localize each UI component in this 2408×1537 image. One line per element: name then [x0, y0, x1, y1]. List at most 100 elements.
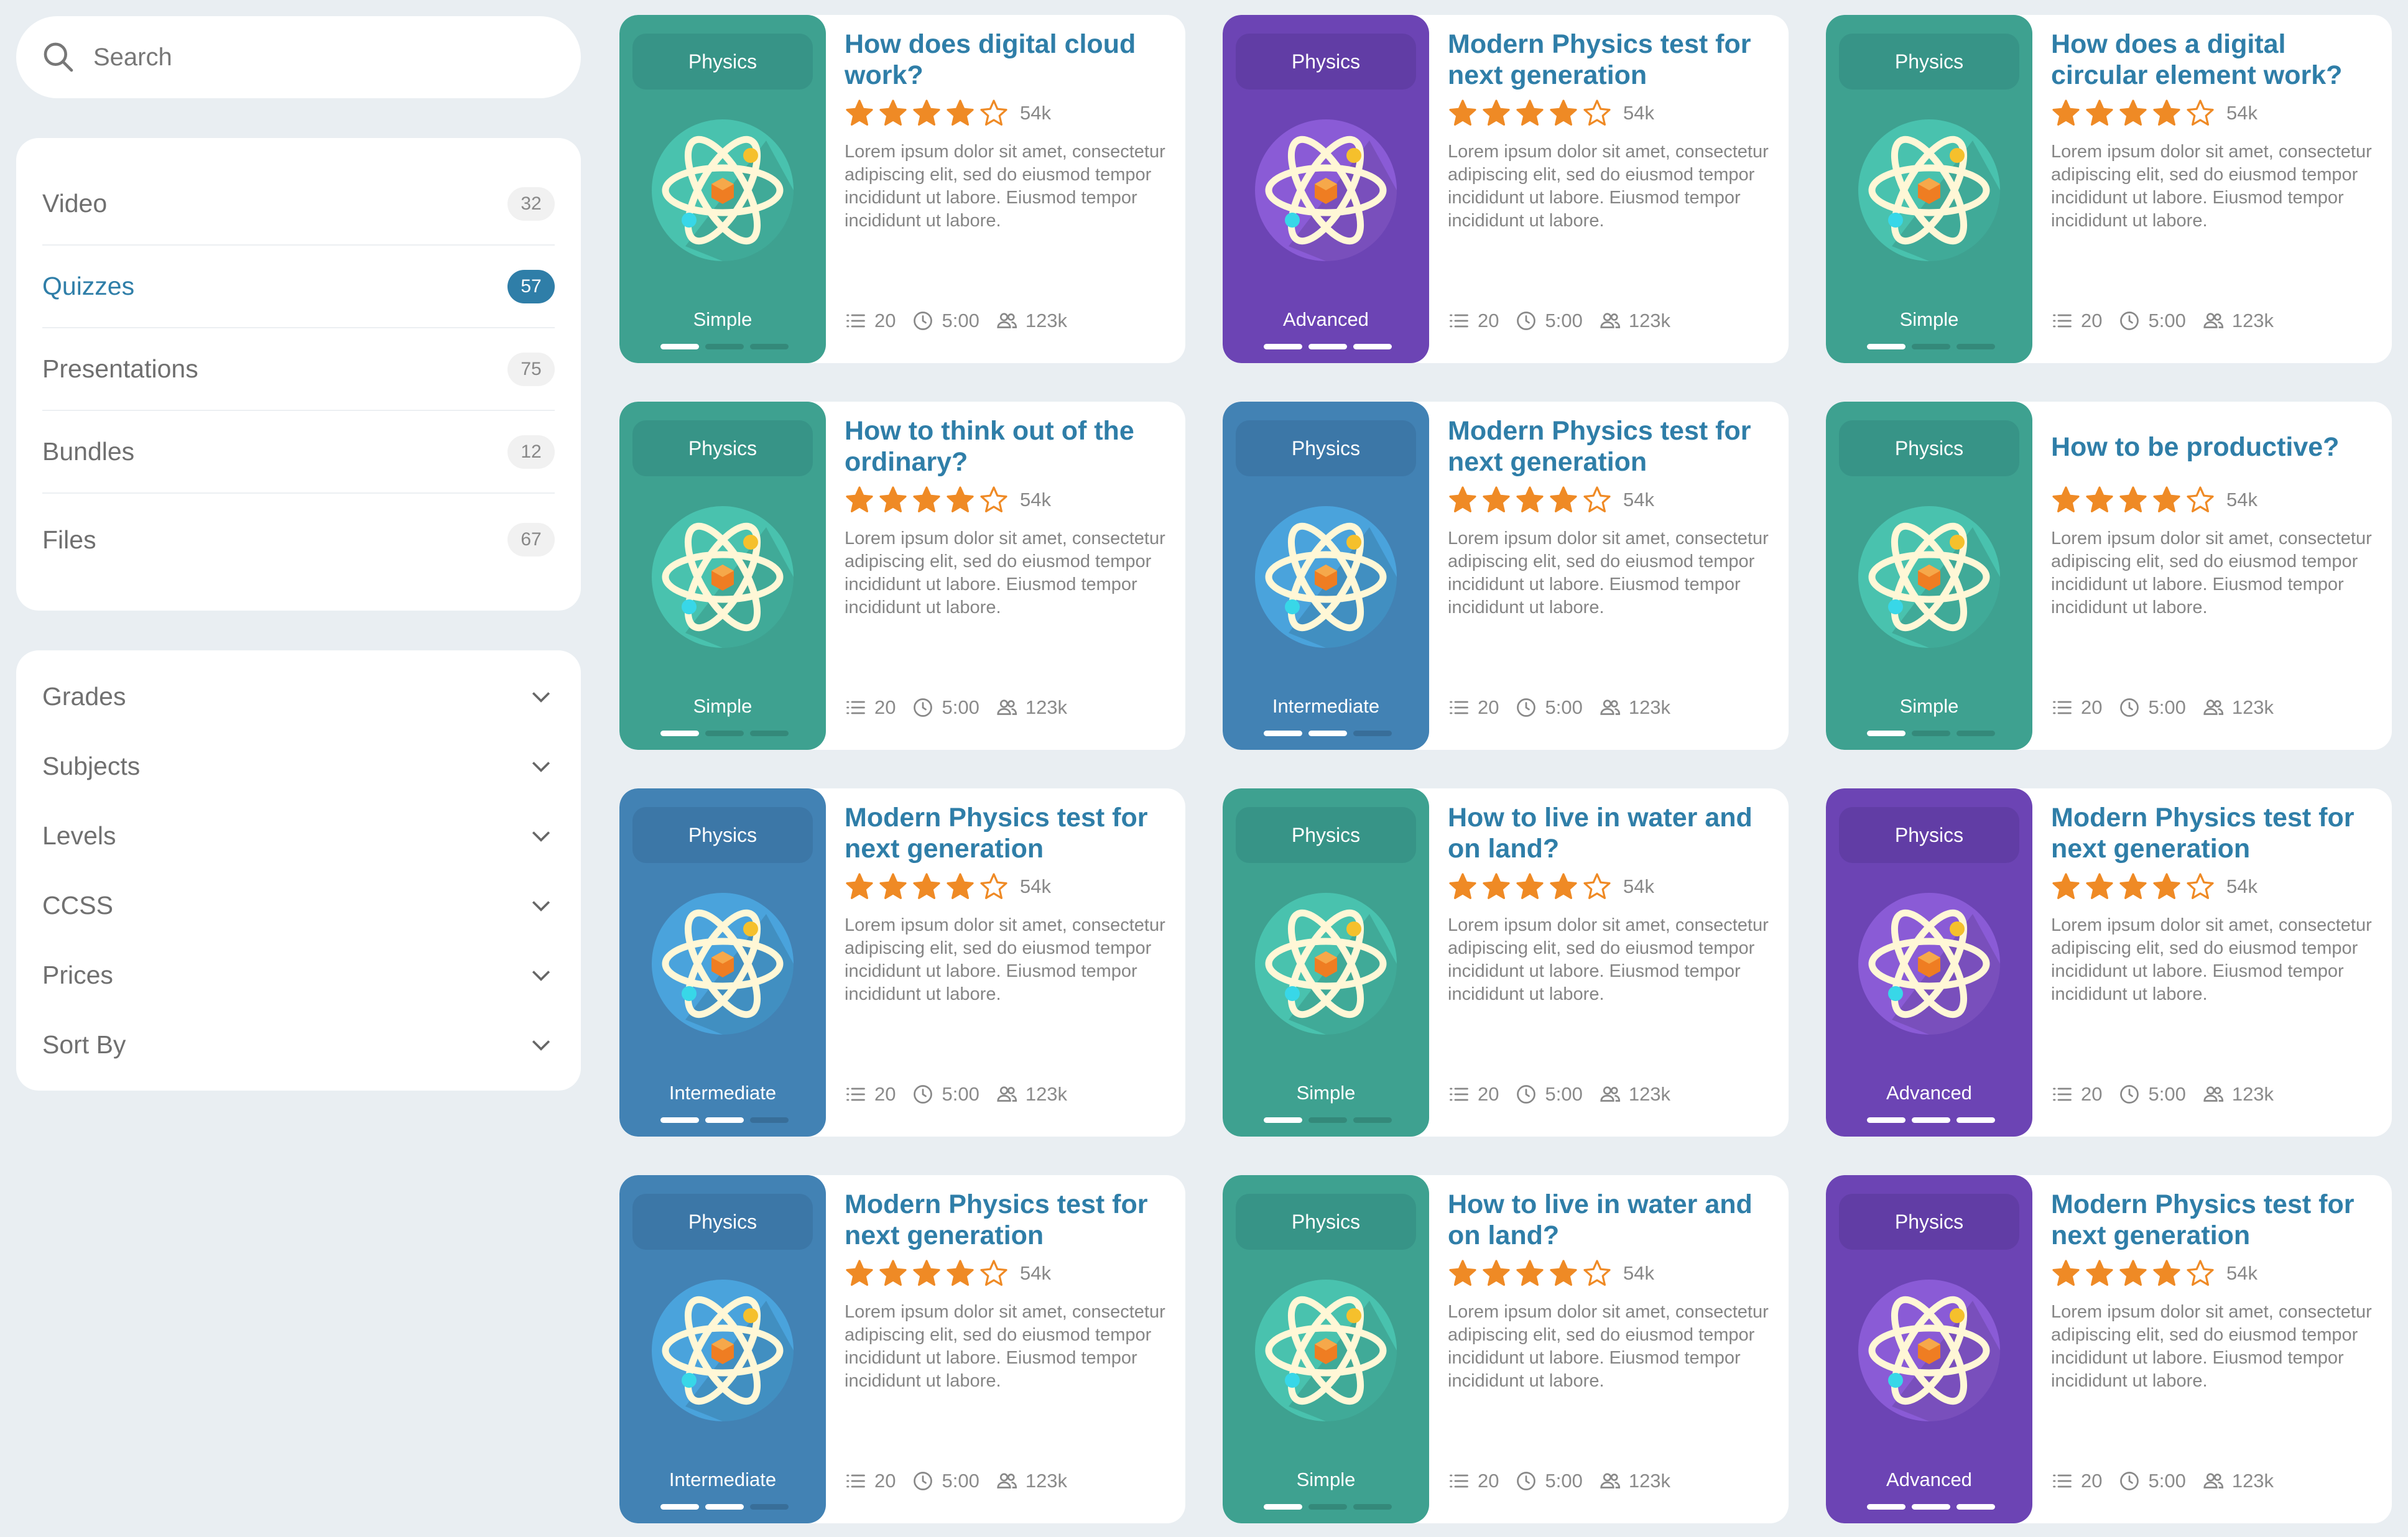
level-indicator [660, 1117, 789, 1123]
card-title[interactable]: How to think out of the ordinary? [845, 415, 1168, 478]
card-title[interactable]: Modern Physics test for next generation [2051, 1189, 2374, 1251]
card-title[interactable]: Modern Physics test for next generation [1448, 415, 1771, 478]
subject-tag: Physics [1839, 807, 2019, 863]
level-label: Simple [1296, 1082, 1356, 1104]
card-description: Lorem ipsum dolor sit amet, consectetur … [845, 142, 1165, 231]
quiz-card[interactable]: Physics Intermediate Modern Physics test… [619, 1175, 1185, 1523]
quiz-card[interactable]: Physics Simple How to be productive? 54k… [1826, 402, 2392, 750]
card-description: Lorem ipsum dolor sit amet, consectetur … [845, 915, 1165, 1004]
duration-meta: 5:00 [2118, 696, 2186, 719]
quiz-card[interactable]: Physics Advanced Modern Physics test for… [1826, 1175, 2392, 1523]
level-bar [1264, 344, 1302, 349]
quiz-card[interactable]: Physics Simple How to think out of the o… [619, 402, 1185, 750]
quiz-card[interactable]: Physics Intermediate Modern Physics test… [619, 788, 1185, 1137]
search-input[interactable]: Search [93, 44, 172, 72]
level-bar [1308, 731, 1347, 736]
card-title[interactable]: Modern Physics test for next generation [845, 1189, 1168, 1251]
duration: 5:00 [2148, 310, 2186, 331]
card-description: Lorem ipsum dolor sit amet, consectetur … [1448, 142, 1769, 231]
category-label: Quizzes [42, 272, 135, 300]
questions-meta: 20 [845, 310, 896, 332]
participant-count: 123k [1628, 696, 1671, 718]
quiz-card[interactable]: Physics Advanced Modern Physics test for… [1223, 15, 1789, 363]
level-bar [1867, 1117, 1906, 1123]
category-bundles[interactable]: Bundles 12 [42, 411, 555, 494]
star-filled-icon [913, 486, 940, 513]
card-title[interactable]: Modern Physics test for next generation [845, 802, 1168, 864]
star-filled-icon [2052, 873, 2080, 900]
star-filled-icon [1449, 873, 1476, 900]
card-title[interactable]: How does a digital circular element work… [2051, 29, 2374, 91]
card-title[interactable]: How does digital cloud work? [845, 29, 1168, 91]
clock-icon [914, 1472, 933, 1490]
list-icon [846, 1087, 865, 1101]
card-title[interactable]: Modern Physics test for next generation [1448, 29, 1771, 91]
rating: 54k [845, 485, 1168, 515]
star-empty-icon [1583, 99, 1611, 126]
level-bar [1353, 731, 1392, 736]
star-filled-icon [2119, 873, 2147, 900]
participant-count: 123k [1025, 1083, 1068, 1105]
card-meta: 20 5:00 123k [1448, 696, 1687, 719]
clock-icon [2120, 312, 2139, 330]
quiz-card[interactable]: Physics Simple How does digital cloud wo… [619, 15, 1185, 363]
card-title[interactable]: How to be productive? [2051, 415, 2374, 478]
filter-levels[interactable]: Levels [42, 801, 555, 870]
card-description: Lorem ipsum dolor sit amet, consectetur … [1448, 528, 1769, 617]
star-empty-icon [1583, 873, 1611, 900]
rating: 54k [1448, 98, 1771, 128]
star-filled-icon [2153, 99, 2180, 126]
filter-label: Prices [42, 960, 113, 989]
star-filled-icon [1516, 1260, 1544, 1286]
participants-meta: 123k [1599, 696, 1670, 719]
level-bar [1264, 731, 1302, 736]
star-filled-icon [1449, 1260, 1476, 1286]
star-empty-icon [980, 873, 1007, 900]
star-filled-icon [1550, 1260, 1577, 1286]
category-video[interactable]: Video 32 [42, 163, 555, 246]
star-empty-icon [980, 486, 1007, 513]
participant-count: 123k [1628, 1470, 1671, 1492]
rating-count: 54k [2226, 875, 2258, 897]
star-filled-icon [2153, 873, 2180, 900]
level-label: Advanced [1886, 1082, 1972, 1104]
card-title[interactable]: How to live in water and on land? [1448, 1189, 1771, 1251]
card-title[interactable]: Modern Physics test for next generation [2051, 802, 2374, 864]
category-quizzes[interactable]: Quizzes 57 [42, 246, 555, 328]
category-presentations[interactable]: Presentations 75 [42, 328, 555, 411]
level-bar [1912, 1117, 1950, 1123]
search-box[interactable]: Search [16, 16, 581, 98]
card-meta: 20 5:00 123k [1448, 1083, 1687, 1105]
questions-meta: 20 [845, 696, 896, 719]
star-filled-icon [2119, 486, 2147, 513]
filter-sort-by[interactable]: Sort By [42, 1010, 555, 1079]
count-badge: 67 [507, 523, 555, 556]
quiz-card[interactable]: Physics Advanced Modern Physics test for… [1826, 788, 2392, 1137]
duration-meta: 5:00 [2118, 1470, 2186, 1492]
filter-ccss[interactable]: CCSS [42, 870, 555, 940]
rating-count: 54k [2226, 102, 2258, 124]
level-label: Simple [1296, 1469, 1356, 1490]
category-files[interactable]: Files 67 [42, 494, 555, 586]
quiz-card[interactable]: Physics Simple How does a digital circul… [1826, 15, 2392, 363]
duration-meta: 5:00 [1515, 310, 1583, 332]
star-filled-icon [2052, 99, 2080, 126]
card-title[interactable]: How to live in water and on land? [1448, 802, 1771, 864]
quiz-card[interactable]: Physics Simple How to live in water and … [1223, 1175, 1789, 1523]
list-icon [846, 314, 865, 328]
quiz-card[interactable]: Physics Simple How to live in water and … [1223, 788, 1789, 1137]
rating: 54k [1448, 872, 1771, 902]
level-bar [1264, 1504, 1302, 1510]
question-count: 20 [874, 1470, 896, 1492]
filter-subjects[interactable]: Subjects [42, 731, 555, 801]
card-thumbnail: Physics Simple [1223, 788, 1429, 1137]
quiz-card[interactable]: Physics Intermediate Modern Physics test… [1223, 402, 1789, 750]
questions-meta: 20 [2051, 696, 2102, 719]
card-meta: 20 5:00 123k [845, 1083, 1083, 1105]
participants-meta: 123k [1599, 310, 1670, 332]
filter-grades[interactable]: Grades [42, 662, 555, 731]
duration: 5:00 [942, 1083, 979, 1105]
filter-prices[interactable]: Prices [42, 940, 555, 1010]
quiz-grid: Physics Simple How does digital cloud wo… [619, 15, 2393, 1523]
star-filled-icon [913, 1260, 940, 1286]
